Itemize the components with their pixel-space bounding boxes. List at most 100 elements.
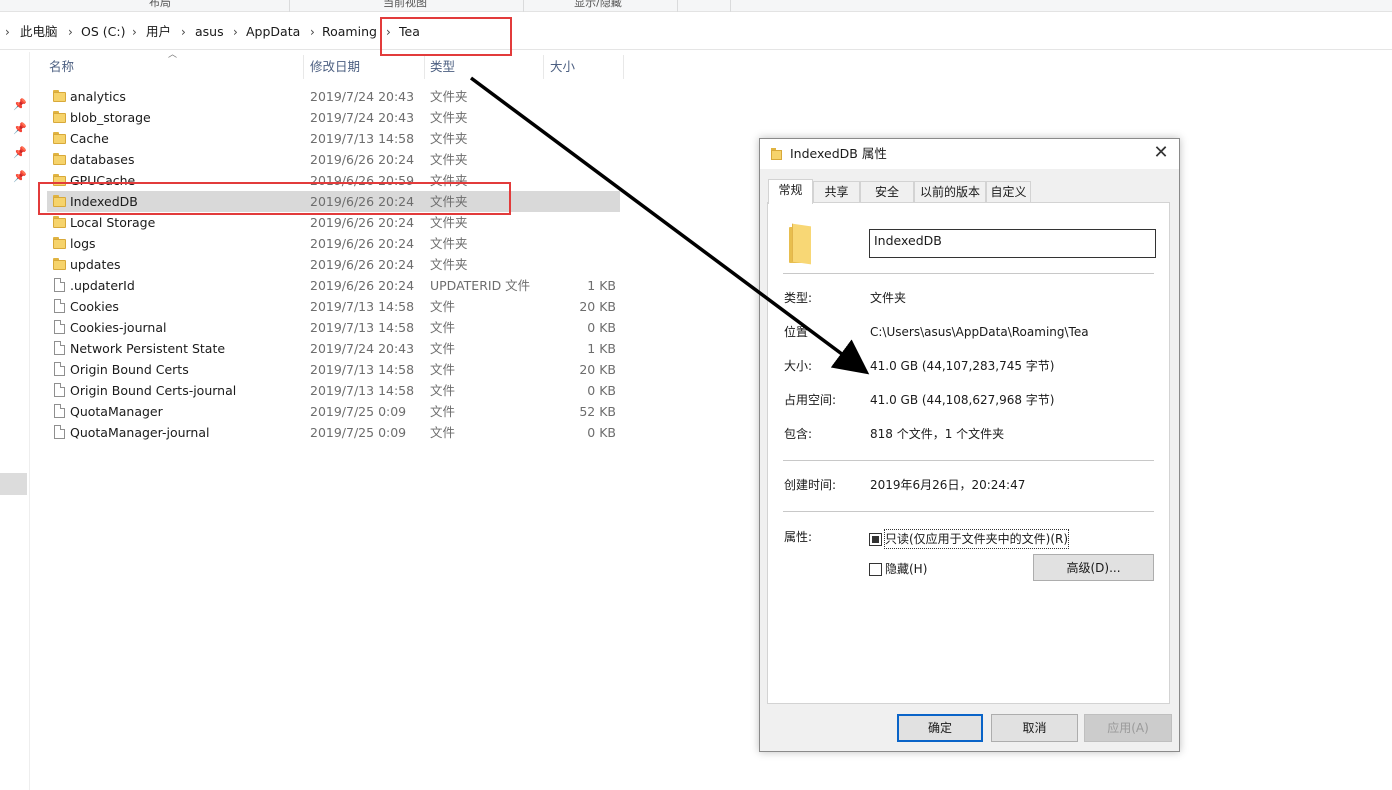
- folder-icon: [53, 90, 66, 102]
- file-row[interactable]: analytics 2019/7/24 20:43 文件夹: [47, 86, 620, 107]
- type-value: 文件夹: [870, 291, 907, 305]
- readonly-checkbox[interactable]: [869, 533, 882, 546]
- ribbon-divider: [523, 0, 524, 12]
- chevron-right-icon[interactable]: ›: [5, 23, 10, 41]
- divider: [783, 460, 1154, 461]
- breadcrumb-this-pc[interactable]: 此电脑: [20, 23, 58, 41]
- file-row[interactable]: Origin Bound Certs 2019/7/13 14:58 文件 20 KB: [47, 359, 620, 380]
- size-label: 大小:: [784, 359, 813, 373]
- created-value: 2019年6月26日，20:24:47: [870, 478, 1026, 492]
- file-row[interactable]: Origin Bound Certs-journal 2019/7/13 14:5…: [47, 380, 620, 401]
- tab-sharing[interactable]: 共享: [813, 181, 860, 203]
- ribbon-group-current-view[interactable]: 当前视图: [355, 0, 455, 12]
- file-type: 文件: [430, 362, 456, 377]
- file-row[interactable]: databases 2019/6/26 20:24 文件夹: [47, 149, 620, 170]
- file-size: 0 KB: [587, 320, 616, 335]
- size-value: 41.0 GB (44,107,283,745 字节): [870, 359, 1055, 373]
- chevron-right-icon[interactable]: ›: [68, 23, 73, 41]
- breadcrumb-appdata[interactable]: AppData: [246, 23, 300, 41]
- file-row[interactable]: QuotaManager 2019/7/25 0:09 文件 52 KB: [47, 401, 620, 422]
- pin-icon[interactable]: 📌: [13, 147, 27, 159]
- tab-general[interactable]: 常规: [768, 179, 813, 204]
- chevron-right-icon[interactable]: ›: [181, 23, 186, 41]
- column-header-size[interactable]: 大小: [546, 56, 623, 78]
- location-label: 位置: [784, 325, 809, 339]
- file-name: Cookies-journal: [70, 320, 167, 335]
- file-name: Cache: [70, 131, 109, 146]
- close-icon[interactable]: ✕: [1151, 143, 1171, 163]
- column-divider[interactable]: [424, 55, 425, 79]
- file-row[interactable]: Local Storage 2019/6/26 20:24 文件夹: [47, 212, 620, 233]
- column-header-date[interactable]: 修改日期: [306, 56, 424, 78]
- file-date: 2019/7/24 20:43: [310, 341, 415, 356]
- file-name: Cookies: [70, 299, 119, 314]
- pin-icon[interactable]: 📌: [13, 171, 27, 183]
- file-type: 文件: [430, 404, 456, 419]
- file-type: 文件: [430, 320, 456, 335]
- breadcrumb-users[interactable]: 用户: [146, 23, 171, 41]
- divider: [783, 511, 1154, 512]
- address-bar[interactable]: › 此电脑 › OS (C:) › 用户 › asus › AppData › …: [0, 18, 1392, 46]
- ribbon-divider: [677, 0, 678, 12]
- hidden-checkbox-label[interactable]: 隐藏(H): [885, 560, 927, 578]
- file-row[interactable]: logs 2019/6/26 20:24 文件夹: [47, 233, 620, 254]
- properties-dialog[interactable]: IndexedDB 属性 ✕ 常规 共享 安全 以前的版本 自定义 Indexe…: [759, 138, 1180, 752]
- ribbon-group-show-hide[interactable]: 显示/隐藏: [548, 0, 648, 12]
- breadcrumb-asus[interactable]: asus: [195, 23, 224, 41]
- file-row[interactable]: Cache 2019/7/13 14:58 文件夹: [47, 128, 620, 149]
- pin-icon[interactable]: 📌: [13, 123, 27, 135]
- column-divider[interactable]: [543, 55, 544, 79]
- column-divider[interactable]: [303, 55, 304, 79]
- breadcrumb-roaming[interactable]: Roaming: [322, 23, 377, 41]
- contains-value: 818 个文件，1 个文件夹: [870, 427, 1005, 441]
- dialog-title-bar[interactable]: IndexedDB 属性 ✕: [760, 139, 1179, 169]
- column-header-type[interactable]: 类型: [426, 56, 543, 78]
- file-row[interactable]: Cookies 2019/7/13 14:58 文件 20 KB: [47, 296, 620, 317]
- file-date: 2019/7/13 14:58: [310, 320, 415, 335]
- navigation-pane[interactable]: 📌 📌 📌 📌: [0, 52, 30, 790]
- file-row[interactable]: blob_storage 2019/7/24 20:43 文件夹: [47, 107, 620, 128]
- file-row[interactable]: .updaterId 2019/6/26 20:24 UPDATERID 文件 1 K…: [47, 275, 620, 296]
- file-type: 文件夹: [430, 89, 468, 104]
- file-size: 1 KB: [587, 341, 616, 356]
- chevron-right-icon[interactable]: ›: [132, 23, 137, 41]
- file-name: updates: [70, 257, 121, 272]
- ok-button[interactable]: 确定: [897, 714, 983, 742]
- tab-security[interactable]: 安全: [860, 181, 914, 203]
- file-type: 文件夹: [430, 236, 468, 251]
- nav-selected-item[interactable]: [0, 473, 27, 495]
- tab-customize[interactable]: 自定义: [986, 181, 1031, 203]
- file-date: 2019/7/13 14:58: [310, 362, 415, 377]
- file-row[interactable]: Cookies-journal 2019/7/13 14:58 文件 0 KB: [47, 317, 620, 338]
- file-icon: [54, 404, 65, 418]
- column-divider[interactable]: [623, 55, 624, 79]
- breadcrumb-os-c[interactable]: OS (C:): [81, 23, 125, 41]
- chevron-right-icon[interactable]: ›: [233, 23, 238, 41]
- folder-name-input[interactable]: IndexedDB: [869, 229, 1156, 258]
- file-date: 2019/6/26 20:24: [310, 257, 415, 272]
- file-date: 2019/7/13 14:58: [310, 383, 415, 398]
- size-on-disk-value: 41.0 GB (44,108,627,968 字节): [870, 393, 1055, 407]
- file-date: 2019/6/26 20:24: [310, 152, 415, 167]
- cancel-button[interactable]: 取消: [991, 714, 1078, 742]
- chevron-right-icon[interactable]: ›: [310, 23, 315, 41]
- file-type: 文件: [430, 299, 456, 314]
- file-size: 0 KB: [587, 425, 616, 440]
- file-row[interactable]: Network Persistent State 2019/7/24 20:43 文…: [47, 338, 620, 359]
- ribbon-group-layout[interactable]: 布局: [110, 0, 210, 12]
- type-label: 类型:: [784, 291, 813, 305]
- file-date: 2019/7/25 0:09: [310, 404, 407, 419]
- file-type: 文件夹: [430, 257, 468, 272]
- readonly-checkbox-label[interactable]: 只读(仅应用于文件夹中的文件)(R): [883, 529, 1070, 549]
- file-name: analytics: [70, 89, 126, 104]
- file-row[interactable]: QuotaManager-journal 2019/7/25 0:09 文件 0 KB: [47, 422, 620, 443]
- advanced-button[interactable]: 高级(D)...: [1033, 554, 1154, 581]
- file-icon: [54, 383, 65, 397]
- hidden-checkbox[interactable]: [869, 563, 882, 576]
- file-date: 2019/6/26 20:24: [310, 278, 415, 293]
- column-header-name[interactable]: 名称: [45, 56, 303, 78]
- pin-icon[interactable]: 📌: [13, 99, 27, 111]
- tab-previous-versions[interactable]: 以前的版本: [914, 181, 986, 203]
- file-row[interactable]: updates 2019/6/26 20:24 文件夹: [47, 254, 620, 275]
- apply-button[interactable]: 应用(A): [1084, 714, 1172, 742]
